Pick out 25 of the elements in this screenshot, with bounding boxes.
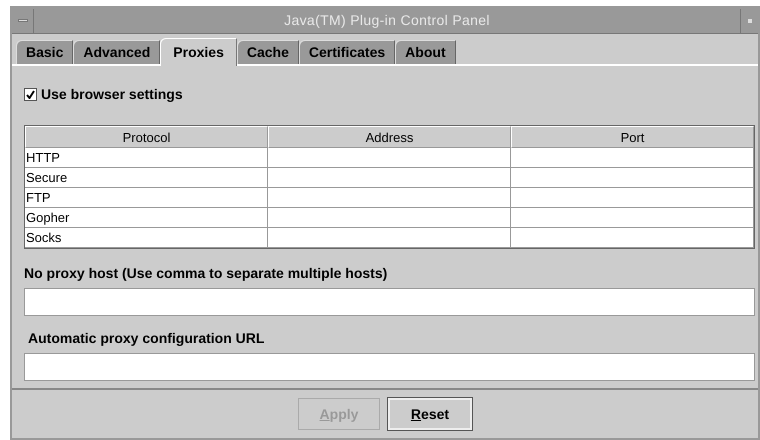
column-header: Protocol <box>25 126 268 148</box>
tab[interactable]: Certificates <box>298 40 396 64</box>
tab[interactable]: Proxies <box>160 38 237 66</box>
minus-icon <box>18 19 28 22</box>
tab[interactable]: About <box>395 40 456 64</box>
table-cell: Gopher <box>25 208 268 228</box>
checkbox-label: Use browser settings <box>41 85 183 104</box>
column-header: Port <box>511 126 754 148</box>
tab[interactable]: Advanced <box>73 40 160 64</box>
table-cell: Secure <box>25 168 268 188</box>
field-label: Automatic proxy configuration URL <box>28 329 266 348</box>
table-cell: FTP <box>25 188 268 208</box>
input-field[interactable] <box>24 288 755 316</box>
dialog-button[interactable]: Reset <box>388 398 472 430</box>
square-icon <box>748 18 752 22</box>
checkbox[interactable] <box>24 88 37 101</box>
check-icon <box>26 90 35 99</box>
tab[interactable]: Cache <box>236 40 299 64</box>
window-title: Java(TM) Plug-in Control Panel <box>283 11 491 30</box>
tab[interactable]: Basic <box>16 40 74 64</box>
table-cell: HTTP <box>25 148 268 168</box>
field-label: No proxy host (Use comma to separate multiple hosts) <box>24 264 388 283</box>
input-field[interactable] <box>24 353 755 381</box>
column-header: Address <box>268 126 511 148</box>
table-cell: Socks <box>25 228 268 248</box>
